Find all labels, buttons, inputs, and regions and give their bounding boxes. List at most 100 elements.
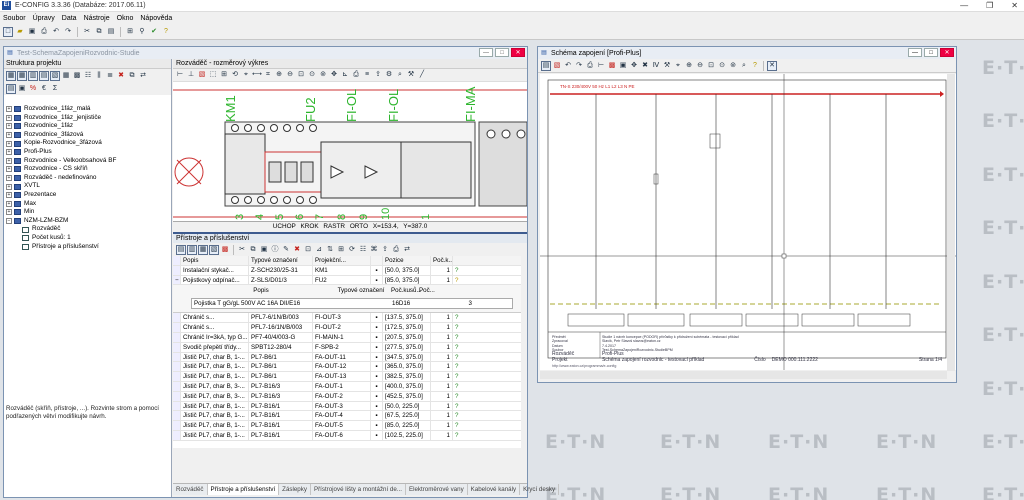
find-icon[interactable]: ⌕: [395, 70, 405, 80]
redo-icon[interactable]: ↷: [63, 27, 73, 37]
help-icon[interactable]: ?: [453, 402, 465, 411]
schema-undo-icon[interactable]: ↶: [563, 61, 573, 71]
export-table-icon[interactable]: ⇪: [380, 245, 390, 255]
help-icon[interactable]: ?: [453, 431, 465, 440]
label-icon[interactable]: ⌘: [369, 245, 379, 255]
tab-elektromery[interactable]: Elektroměrové vany: [406, 484, 468, 495]
tab-kabelove[interactable]: Kabelové kanály: [468, 484, 521, 495]
list-icon[interactable]: ☷: [83, 71, 93, 81]
close-button[interactable]: ✕: [1011, 0, 1018, 12]
subcol-typ[interactable]: Typové označení: [331, 287, 391, 294]
table-row[interactable]: Jistič PL7, char B, 3-... PL7-B16/3 FA-OUT…: [173, 391, 521, 402]
help-icon[interactable]: ?: [161, 27, 171, 37]
table-row[interactable]: Svodič přepětí třídy... SPBT12-280/4 F-SPB…: [173, 342, 521, 353]
paste-row-icon[interactable]: ▣: [259, 245, 269, 255]
print-icon[interactable]: ⎙: [39, 27, 49, 37]
dimension-icon[interactable]: ⟷: [252, 70, 262, 80]
schema-zoom-all-icon[interactable]: ⊚: [728, 61, 738, 71]
tool-icon[interactable]: ⚒: [406, 70, 416, 80]
grid-icon[interactable]: ⊞: [219, 70, 229, 80]
zoom-all-icon[interactable]: ⊚: [318, 70, 328, 80]
tree-node[interactable]: + Rozvodnice_1fáz_jenjističe: [4, 114, 172, 123]
schema-help-icon[interactable]: ?: [750, 61, 760, 71]
cut-row-icon[interactable]: ✂: [237, 245, 247, 255]
subcol-popis[interactable]: Popis: [191, 287, 331, 294]
status-uchop[interactable]: UCHOP: [273, 223, 296, 230]
snap-icon[interactable]: ⌖: [241, 70, 251, 80]
table-row[interactable]: Jistič PL7, char B, 1-... PL7-B16/1 FA-OUT…: [173, 430, 521, 441]
expand-icon[interactable]: +: [6, 175, 12, 182]
menu-upravy[interactable]: Úpravy: [33, 15, 55, 22]
report-icon[interactable]: ▣: [17, 84, 27, 94]
col-pocet[interactable]: Poč.k...: [431, 256, 453, 265]
help-icon[interactable]: ?: [453, 313, 465, 322]
schema-delete-icon[interactable]: ✖: [640, 61, 650, 71]
help-icon[interactable]: ?: [453, 362, 465, 371]
tile-icon[interactable]: ▩: [72, 71, 82, 81]
delete-row-icon[interactable]: ✖: [292, 245, 302, 255]
tab-listy[interactable]: Přístrojové lišty a montážní de...: [311, 484, 406, 495]
expand-icon[interactable]: +: [6, 166, 12, 173]
project-minimize-button[interactable]: —: [479, 48, 493, 57]
table-row[interactable]: Jistič PL7, char B, 1-... PL7-B16/1 FA-OUT…: [173, 421, 521, 431]
menu-data[interactable]: Data: [62, 15, 77, 22]
copy-row-icon[interactable]: ⧉: [248, 245, 258, 255]
save-icon[interactable]: ▣: [27, 27, 37, 37]
expand-icon[interactable]: +: [6, 132, 12, 139]
add-child-icon[interactable]: ▥: [187, 244, 197, 255]
add-accessory-icon[interactable]: ▧: [50, 70, 60, 81]
help-icon[interactable]: ?: [453, 421, 465, 430]
catalog-icon[interactable]: ▧: [209, 244, 219, 255]
expand-icon[interactable]: +: [6, 106, 12, 113]
help-icon[interactable]: ?: [453, 353, 465, 362]
tab-kryci[interactable]: Krycí desky: [520, 484, 560, 495]
help-icon[interactable]: ?: [453, 411, 465, 420]
schema-zoom-window-icon[interactable]: ⊡: [706, 61, 716, 71]
align-left-icon[interactable]: ⊢: [175, 70, 185, 80]
tree-node[interactable]: + Profi-Plus: [4, 148, 172, 157]
sort-icon[interactable]: ⇅: [325, 245, 335, 255]
properties-icon[interactable]: ⊡: [303, 245, 313, 255]
schema-window-titlebar[interactable]: ▤ Schéma zapojení [Profi-Plus] — □ ✕: [538, 47, 956, 59]
list-view-icon[interactable]: ☷: [358, 245, 368, 255]
table-row[interactable]: Jistič PL7, char B, 1-... PL7-B6/1 FA-OUT-…: [173, 372, 521, 382]
info-icon[interactable]: ⓘ: [270, 245, 280, 255]
help-icon[interactable]: ?: [453, 333, 465, 342]
align-center-icon[interactable]: ⊥: [186, 70, 196, 80]
tree-node[interactable]: + Rozvodnice_1fáz_malá: [4, 105, 172, 114]
pan-icon[interactable]: ✥: [329, 70, 339, 80]
tree-node[interactable]: + Rozváděč - nedefinováno: [4, 174, 172, 183]
edit-icon[interactable]: ✎: [281, 245, 291, 255]
binoculars-icon[interactable]: ⚲: [137, 27, 147, 37]
expand-icon[interactable]: +: [6, 209, 12, 216]
rows-icon[interactable]: ≣: [105, 71, 115, 81]
sum-icon[interactable]: Σ: [50, 84, 60, 94]
filter-icon[interactable]: ⊿: [314, 245, 324, 255]
schema-zoom-fit-icon[interactable]: ⊙: [717, 61, 727, 71]
menu-okno[interactable]: Okno: [117, 15, 134, 22]
mark-icon[interactable]: ▧: [197, 70, 207, 80]
tree-node[interactable]: + XVTL: [4, 182, 172, 191]
check-icon[interactable]: ✔: [149, 27, 159, 37]
schema-zoom-in-icon[interactable]: ⊕: [684, 61, 694, 71]
minimize-button[interactable]: —: [960, 0, 968, 12]
menu-soubor[interactable]: Soubor: [3, 15, 26, 22]
schema-vertical-scrollbar[interactable]: [947, 74, 955, 371]
project-window-titlebar[interactable]: ▤ Test-SchemaZapojeniRozvodnic-Studie — …: [4, 47, 527, 59]
help-icon[interactable]: ?: [453, 323, 465, 332]
table-row[interactable]: − Pojistkový odpínač... Z-SLS/D01/3 FU2 …: [173, 275, 521, 286]
schema-pdf-icon[interactable]: ▩: [607, 61, 617, 71]
schema-zoom-out-icon[interactable]: ⊖: [695, 61, 705, 71]
cut-icon[interactable]: ✂: [82, 27, 92, 37]
export-icon[interactable]: ⇪: [373, 70, 383, 80]
project-maximize-button[interactable]: □: [495, 48, 509, 57]
subgrid-row[interactable]: Pojistka T gG/gL 500V AC 16A DII/E16 16D…: [191, 298, 513, 310]
tree-node-child[interactable]: Počet kusů: 1: [4, 234, 172, 243]
table-row[interactable]: Instalační stykač... Z-SCH230/25-31 KM1 …: [173, 265, 521, 276]
table-row[interactable]: Jistič PL7, char B, 1-... PL7-B16/1 FA-OUT…: [173, 411, 521, 422]
columns-icon[interactable]: ⫼: [94, 71, 104, 81]
expand-icon[interactable]: +: [6, 192, 12, 199]
tree-node[interactable]: + Min: [4, 208, 172, 217]
schema-snap-icon[interactable]: ⌖: [673, 61, 683, 71]
measure-icon[interactable]: ⊾: [340, 70, 350, 80]
